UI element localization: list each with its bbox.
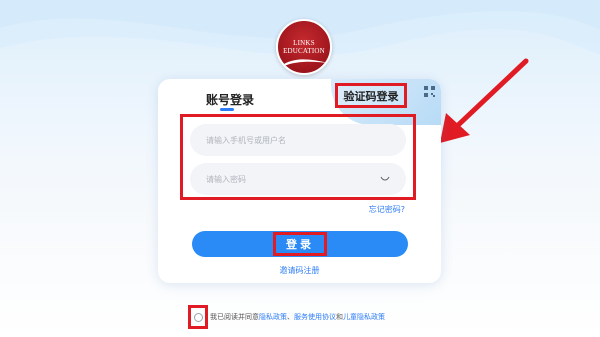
tab-sms-login[interactable]: 验证码登录 xyxy=(335,83,407,108)
login-button[interactable]: 登录 xyxy=(192,231,408,257)
tab-active-indicator xyxy=(220,108,234,111)
tab-account-login[interactable]: 账号登录 xyxy=(206,91,254,108)
service-agreement-link[interactable]: 服务使用协议 xyxy=(294,313,336,321)
qr-code-icon[interactable] xyxy=(421,83,437,99)
logo-swoosh-icon xyxy=(284,59,328,66)
login-button-label: 登录 xyxy=(273,232,327,256)
username-field[interactable] xyxy=(190,124,406,156)
eye-closed-icon[interactable] xyxy=(380,176,390,182)
agreement-checkbox[interactable] xyxy=(188,305,208,329)
forgot-password-link[interactable]: 忘记密码? xyxy=(369,204,405,215)
brand-logo: LINKS EDUCATION xyxy=(276,19,332,75)
password-input[interactable] xyxy=(206,174,376,184)
username-input[interactable] xyxy=(206,135,390,145)
agreement-text: 我已阅读并同意隐私政策、服务使用协议和儿童隐私政策 xyxy=(210,313,385,321)
login-card: 账号登录 验证码登录 忘记密码? 登录 邀请码注册 xyxy=(158,79,441,283)
password-field[interactable] xyxy=(190,163,406,195)
privacy-policy-link[interactable]: 隐私政策 xyxy=(259,313,287,321)
child-privacy-link[interactable]: 儿童隐私政策 xyxy=(343,313,385,321)
agreement-row: 我已阅读并同意隐私政策、服务使用协议和儿童隐私政策 xyxy=(188,305,385,329)
invite-register-link[interactable]: 邀请码注册 xyxy=(158,265,441,276)
checkbox-circle-icon xyxy=(193,312,203,322)
